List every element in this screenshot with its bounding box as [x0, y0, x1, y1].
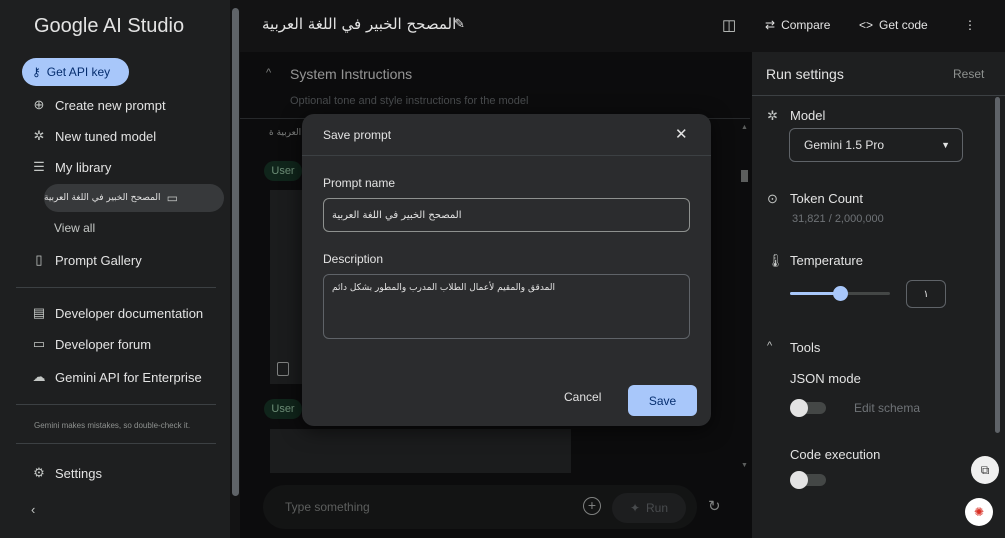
view-all-link[interactable]: View all	[54, 221, 95, 235]
compare-icon: ⇄	[765, 18, 776, 32]
sidebar-scrollbar[interactable]	[231, 0, 240, 538]
gallery-icon: ▯	[35, 252, 43, 267]
save-prompt-dialog: Save prompt ✕ Prompt name Description ال…	[302, 114, 711, 426]
chat-icon: ▭	[166, 191, 178, 205]
library-item-prompt[interactable]: ▭ المصحح الخبير في اللغة العربية	[44, 184, 224, 212]
json-mode-label: JSON mode	[790, 371, 861, 386]
run-settings-divider	[752, 95, 1005, 96]
add-circle-icon: ⊕	[33, 97, 45, 112]
app-root: Google AI Studio ⚷ Get API key ⊕ Create …	[0, 0, 1005, 538]
cancel-button[interactable]: Cancel	[564, 390, 601, 404]
dropdown-arrow-icon: ▼	[941, 140, 950, 150]
developer-documentation-label: Developer documentation	[55, 305, 204, 321]
edit-schema-button[interactable]: Edit schema	[854, 401, 920, 415]
document-search-icon: ▤	[32, 305, 46, 320]
create-new-prompt-item[interactable]: ⊕ Create new prompt	[32, 94, 166, 116]
model-icon: ✲	[767, 108, 778, 123]
assistant-icon[interactable]: ✺	[965, 498, 993, 526]
get-api-key-label: Get API key	[46, 65, 111, 79]
toggle-knob	[790, 399, 808, 417]
chevron-up-icon[interactable]: ^	[767, 340, 772, 352]
sidebar-scroll-thumb[interactable]	[232, 8, 239, 496]
app-logo: Google AI Studio	[34, 15, 185, 37]
prompt-name-input[interactable]	[323, 198, 690, 232]
prompt-title: المصحح الخبير في اللغة العربية	[262, 15, 457, 33]
close-icon[interactable]: ✕	[675, 125, 688, 143]
sidebar-divider	[16, 443, 216, 444]
settings-label: Settings	[55, 465, 102, 481]
run-settings-title: Run settings	[766, 66, 844, 82]
thermometer-icon: 🌡︎	[767, 253, 784, 268]
cloud-icon: ☁	[32, 369, 46, 384]
sidebar-divider	[16, 404, 216, 405]
prompt-gallery-label: Prompt Gallery	[55, 252, 142, 268]
developer-documentation-item[interactable]: ▤ Developer documentation	[32, 302, 203, 324]
run-settings-scroll-thumb[interactable]	[995, 97, 1000, 433]
model-select[interactable]: Gemini 1.5 Pro ▼	[789, 128, 963, 162]
developer-forum-label: Developer forum	[55, 336, 152, 352]
get-api-key-button[interactable]: ⚷ Get API key	[22, 58, 129, 86]
new-tuned-model-item[interactable]: ✲ New tuned model	[32, 125, 157, 147]
token-count-value: 31,821 / 2,000,000	[792, 213, 884, 225]
compare-button[interactable]: ⇄ Compare	[765, 18, 830, 32]
gemini-enterprise-label: Gemini API for Enterprise	[55, 369, 202, 385]
code-icon: <>	[859, 18, 874, 32]
prompt-name-label: Prompt name	[323, 176, 396, 190]
run-settings-scrollbar[interactable]	[995, 95, 1001, 435]
get-code-button[interactable]: <> Get code	[859, 18, 928, 32]
model-value: Gemini 1.5 Pro	[804, 138, 885, 152]
tools-label[interactable]: Tools	[790, 340, 820, 355]
description-input[interactable]: المدقق والمقيم لأعمال الطلاب المدرب والم…	[323, 274, 690, 339]
get-code-label: Get code	[879, 18, 928, 32]
disclaimer-text: Gemini makes mistakes, so double-check i…	[34, 421, 191, 430]
reset-button[interactable]: Reset	[953, 67, 984, 81]
code-execution-toggle[interactable]	[790, 471, 826, 489]
temperature-slider-thumb[interactable]	[833, 286, 848, 301]
token-icon: ⊙	[767, 191, 778, 206]
collapse-sidebar-icon[interactable]: ‹	[31, 502, 35, 517]
gear-icon: ⚙	[33, 465, 45, 480]
temperature-label: Temperature	[790, 253, 863, 268]
code-execution-label: Code execution	[790, 447, 881, 462]
json-mode-toggle[interactable]	[790, 399, 826, 417]
gemini-enterprise-item[interactable]: ☁ Gemini API for Enterprise	[32, 366, 202, 388]
description-label: Description	[323, 252, 384, 266]
tune-icon: ✲	[33, 128, 45, 143]
more-options-icon[interactable]: ⋮	[964, 18, 976, 32]
toggle-knob	[790, 471, 808, 489]
run-settings-panel	[752, 52, 1005, 538]
developer-forum-item[interactable]: ▭ Developer forum	[32, 333, 151, 355]
prompt-gallery-item[interactable]: ▯ Prompt Gallery	[32, 249, 142, 271]
temperature-input[interactable]: ١	[906, 280, 946, 308]
sidebar-divider	[16, 287, 216, 288]
my-library-item[interactable]: ☰ My library	[32, 156, 111, 178]
key-icon: ⚷	[32, 65, 41, 79]
save-button[interactable]: Save	[628, 385, 697, 416]
library-item-label: المصحح الخبير في اللغة العربية	[44, 193, 161, 203]
create-new-prompt-label: Create new prompt	[55, 97, 166, 113]
forum-icon: ▭	[32, 336, 46, 351]
new-tuned-model-label: New tuned model	[55, 128, 157, 144]
edit-title-icon[interactable]: ✎	[454, 16, 465, 32]
dialog-title: Save prompt	[323, 128, 392, 142]
settings-item[interactable]: ⚙ Settings	[32, 462, 102, 484]
model-label: Model	[790, 108, 826, 123]
compare-mode-icon[interactable]: ◫	[722, 16, 736, 34]
token-count-label: Token Count	[790, 191, 863, 206]
my-library-label: My library	[55, 159, 112, 175]
compare-label: Compare	[781, 18, 831, 32]
translate-icon[interactable]: ⧉	[971, 456, 999, 484]
library-icon: ☰	[33, 159, 45, 174]
